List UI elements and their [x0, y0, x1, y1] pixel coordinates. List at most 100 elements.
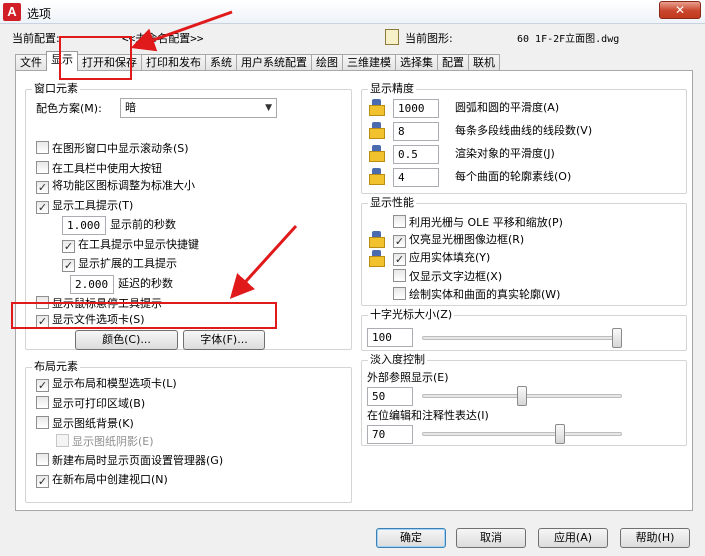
layout-model-tabs-label: 显示布局和模型选项卡(L) — [52, 377, 177, 390]
text-frame-row[interactable]: 仅显示文字边框(X) — [393, 269, 502, 284]
inplace-edit-input[interactable]: 70 — [367, 425, 413, 444]
paper-shadow-row: 显示图纸阴影(E) — [56, 434, 154, 449]
create-viewport-row[interactable]: ✓ 在新布局中创建视口(N) — [36, 473, 168, 488]
true-silhouettes-checkbox[interactable] — [393, 287, 406, 300]
layout-elements-group: 布局元素 ✓ 显示布局和模型选项卡(L) 显示可打印区域(B) 显示图纸背景(K)… — [25, 360, 352, 503]
arc-smoothness-input[interactable]: 1000 — [393, 99, 439, 118]
apply-button[interactable]: 应用(A) — [538, 528, 608, 548]
inplace-edit-slider-track[interactable] — [422, 432, 622, 436]
pan-zoom-raster-row[interactable]: 利用光栅与 OLE 平移和缩放(P) — [393, 215, 563, 230]
tab-profiles[interactable]: 配置 — [437, 54, 469, 71]
help-button[interactable]: 帮助(H) — [620, 528, 690, 548]
current-drawing-value: 60 1F-2F立面图.dwg — [517, 34, 620, 45]
text-frame-label: 仅显示文字边框(X) — [409, 270, 503, 283]
fonts-button[interactable]: 字体(F)... — [183, 330, 265, 350]
xref-display-slider-thumb[interactable] — [517, 386, 527, 406]
printable-area-label: 显示可打印区域(B) — [52, 397, 146, 410]
paper-background-checkbox[interactable] — [36, 416, 49, 429]
crosshair-size-input[interactable]: 100 — [367, 328, 413, 347]
rollover-tooltips-row[interactable]: 显示鼠标悬停工具提示 — [36, 296, 162, 311]
tab-files[interactable]: 文件 — [15, 54, 47, 71]
page-setup-manager-checkbox[interactable] — [36, 453, 49, 466]
true-silhouettes-row[interactable]: 绘制实体和曲面的真实轮廓(W) — [393, 287, 560, 302]
inplace-edit-slider-thumb[interactable] — [555, 424, 565, 444]
resolution-icon — [369, 168, 385, 185]
page-setup-manager-row[interactable]: 新建布局时显示页面设置管理器(G) — [36, 453, 223, 468]
file-tabs-row[interactable]: ✓ 显示文件选项卡(S) — [36, 313, 145, 328]
layout-model-tabs-checkbox[interactable]: ✓ — [36, 379, 49, 392]
file-tabs-label: 显示文件选项卡(S) — [52, 313, 145, 326]
tab-drafting[interactable]: 绘图 — [311, 54, 343, 71]
highlight-raster-frame-row[interactable]: ✓ 仅亮显光栅图像边框(R) — [393, 233, 524, 248]
rollover-tooltips-checkbox[interactable] — [36, 296, 49, 309]
contour-lines-input[interactable]: 4 — [393, 168, 439, 187]
show-tooltips-row[interactable]: ✓ 显示工具提示(T) — [36, 199, 133, 214]
resize-ribbon-icons-row[interactable]: ✓ 将功能区图标调整为标准大小 — [36, 179, 195, 194]
large-buttons-row[interactable]: 在工具栏中使用大按钮 — [36, 161, 162, 176]
printable-area-checkbox[interactable] — [36, 396, 49, 409]
page-setup-manager-label: 新建布局时显示页面设置管理器(G) — [52, 454, 224, 467]
tab-selection[interactable]: 选择集 — [395, 54, 438, 71]
arc-smoothness-label: 圆弧和圆的平滑度(A) — [455, 101, 560, 114]
tooltip-delay-input[interactable]: 1.000 — [62, 216, 106, 235]
crosshair-size-slider-track[interactable] — [422, 336, 622, 340]
resolution-icon — [369, 122, 385, 139]
chevron-down-icon: ▼ — [265, 103, 272, 113]
solid-fill-checkbox[interactable]: ✓ — [393, 253, 406, 266]
tab-system[interactable]: 系统 — [205, 54, 237, 71]
create-viewport-checkbox[interactable]: ✓ — [36, 475, 49, 488]
display-performance-title: 显示性能 — [368, 196, 416, 210]
render-smoothness-input[interactable]: 0.5 — [393, 145, 439, 164]
tab-user-preferences[interactable]: 用户系统配置 — [236, 54, 312, 71]
crosshair-size-slider-thumb[interactable] — [612, 328, 622, 348]
tab-plot-publish[interactable]: 打印和发布 — [141, 54, 206, 71]
extended-delay-label: 延迟的秒数 — [118, 277, 173, 290]
cancel-button[interactable]: 取消 — [456, 528, 526, 548]
large-buttons-checkbox[interactable] — [36, 161, 49, 174]
extended-tooltips-label: 显示扩展的工具提示 — [78, 257, 177, 270]
printable-area-row[interactable]: 显示可打印区域(B) — [36, 396, 145, 411]
polyline-segments-input[interactable]: 8 — [393, 122, 439, 141]
tab-3d-modeling[interactable]: 三维建模 — [342, 54, 396, 71]
extended-delay-input[interactable]: 2.000 — [70, 275, 114, 294]
large-buttons-label: 在工具栏中使用大按钮 — [52, 162, 162, 175]
paper-shadow-checkbox — [56, 434, 69, 447]
highlight-raster-frame-checkbox[interactable]: ✓ — [393, 235, 406, 248]
pan-zoom-raster-checkbox[interactable] — [393, 215, 406, 228]
xref-display-input[interactable]: 50 — [367, 387, 413, 406]
autocad-app-icon: A — [3, 3, 21, 21]
window-title: 选项 — [27, 7, 52, 21]
show-shortcut-keys-label: 在工具提示中显示快捷键 — [78, 238, 199, 251]
file-tabs-checkbox[interactable]: ✓ — [36, 315, 49, 328]
extended-tooltips-checkbox[interactable]: ✓ — [62, 259, 75, 272]
tab-open-save[interactable]: 打开和保存 — [77, 54, 142, 71]
color-scheme-value: 暗 — [125, 101, 136, 114]
layout-model-tabs-row[interactable]: ✓ 显示布局和模型选项卡(L) — [36, 377, 177, 392]
fade-control-title: 淡入度控制 — [368, 353, 427, 367]
ok-button[interactable]: 确定 — [376, 528, 446, 548]
tab-display[interactable]: 显示 — [46, 51, 78, 71]
rollover-tooltips-label: 显示鼠标悬停工具提示 — [52, 297, 162, 310]
tab-online[interactable]: 联机 — [468, 54, 500, 71]
paper-background-label: 显示图纸背景(K) — [52, 417, 134, 430]
performance-icon — [369, 250, 385, 267]
show-scrollbars-checkbox[interactable] — [36, 141, 49, 154]
close-button[interactable]: ✕ — [659, 1, 701, 19]
show-shortcut-keys-row[interactable]: ✓ 在工具提示中显示快捷键 — [62, 238, 199, 253]
show-shortcut-keys-checkbox[interactable]: ✓ — [62, 240, 75, 253]
resolution-icon — [369, 145, 385, 162]
display-resolution-title: 显示精度 — [368, 82, 416, 96]
colors-button[interactable]: 颜色(C)... — [75, 330, 178, 350]
paper-background-row[interactable]: 显示图纸背景(K) — [36, 416, 134, 431]
show-tooltips-checkbox[interactable]: ✓ — [36, 201, 49, 214]
window-elements-group: 窗口元素 配色方案(M): 暗 ▼ 在图形窗口中显示滚动条(S) 在工具栏中使用… — [25, 82, 352, 350]
fade-control-group: 淡入度控制 外部参照显示(E) 50 在位编辑和注释性表达(I) 70 — [361, 353, 687, 446]
show-scrollbars-row[interactable]: 在图形窗口中显示滚动条(S) — [36, 141, 189, 156]
solid-fill-row[interactable]: ✓ 应用实体填充(Y) — [393, 251, 490, 266]
color-scheme-select[interactable]: 暗 ▼ — [120, 98, 277, 118]
resize-ribbon-icons-checkbox[interactable]: ✓ — [36, 181, 49, 194]
tooltip-delay-label: 显示前的秒数 — [110, 218, 176, 231]
polyline-segments-label: 每条多段线曲线的线段数(V) — [455, 124, 593, 137]
text-frame-checkbox[interactable] — [393, 269, 406, 282]
extended-tooltips-row[interactable]: ✓ 显示扩展的工具提示 — [62, 257, 177, 272]
